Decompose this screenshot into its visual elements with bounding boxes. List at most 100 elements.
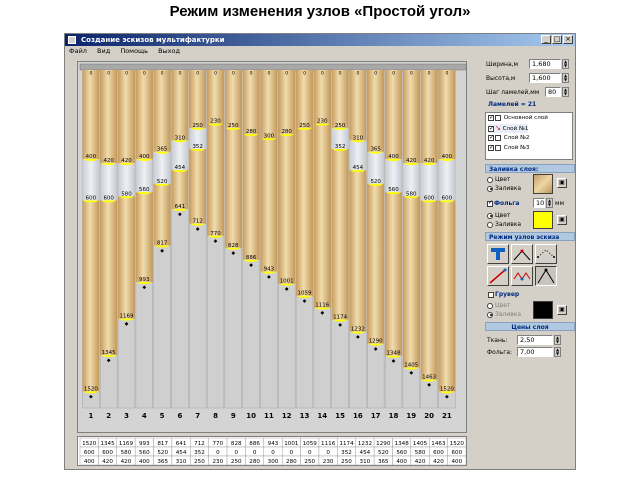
gruver-option-fill[interactable]: Заливка bbox=[487, 311, 521, 318]
foil-price-spinner[interactable]: ▲ ▼ bbox=[554, 347, 561, 357]
lamel: 600 400 1520 0 21 bbox=[438, 69, 456, 420]
layer-checkbox[interactable] bbox=[495, 114, 501, 121]
foil-option-color[interactable]: Цвет bbox=[487, 212, 510, 219]
layer-checkbox[interactable] bbox=[488, 143, 494, 152]
table-cell-value: 520 bbox=[157, 450, 168, 456]
table-cell-value: 520 bbox=[378, 450, 389, 456]
table-cell-value: 400 bbox=[84, 459, 95, 465]
bottom-node-label: 712 bbox=[192, 219, 203, 225]
dotted-node-tool[interactable] bbox=[535, 244, 557, 264]
layer-row[interactable]: Слой №3 bbox=[488, 143, 530, 153]
simple-angle-icon bbox=[537, 268, 555, 284]
step-spinner[interactable]: ▲ ▼ bbox=[562, 87, 569, 97]
t-node-tool[interactable] bbox=[487, 244, 509, 264]
fill-swatch[interactable] bbox=[533, 174, 553, 194]
node-values-table-svg: 1520 1345 1169 993 817 641 712 770 828 886 943 1001… bbox=[79, 437, 467, 466]
foil-width-spinner[interactable]: ▲ ▼ bbox=[546, 198, 553, 208]
menu-exit[interactable]: Выход bbox=[158, 47, 180, 55]
dotted-node-icon bbox=[537, 249, 555, 258]
bottom-node-label: 828 bbox=[228, 243, 239, 249]
diagonal-node-tool[interactable] bbox=[487, 266, 509, 286]
top-label: 0 bbox=[196, 71, 199, 77]
radio-icon bbox=[487, 176, 493, 183]
step-field[interactable]: 80 bbox=[545, 87, 561, 97]
table-cell-value: 560 bbox=[396, 450, 407, 456]
layer-checkbox[interactable] bbox=[488, 133, 494, 142]
lower-node-label: 580 bbox=[121, 191, 132, 197]
width-field[interactable]: 1,680 bbox=[529, 59, 561, 69]
table-cell-value: 641 bbox=[176, 441, 187, 447]
sketch-canvas[interactable]: 600 400 1520 0 1 600 420 1345 0 2 580 420 1169 0 3 560 4… bbox=[77, 61, 467, 433]
radio-icon bbox=[487, 221, 493, 228]
table-cell-value: 1345 bbox=[100, 441, 115, 447]
table-cell-value: 1405 bbox=[413, 441, 428, 447]
fill-picker-button[interactable]: ▣ bbox=[557, 178, 567, 188]
sketch-svg[interactable]: 6004001520016004201345025804201169035604… bbox=[78, 62, 467, 433]
top-label: 0 bbox=[178, 71, 181, 77]
foil-width-field[interactable]: 10 bbox=[533, 198, 545, 208]
radio-icon bbox=[487, 185, 493, 192]
height-field[interactable]: 1,600 bbox=[529, 73, 561, 83]
foil-swatch[interactable] bbox=[533, 211, 553, 229]
layer-name: Слой №1 bbox=[502, 126, 529, 132]
width-spinner[interactable]: ▲ ▼ bbox=[562, 59, 569, 69]
foil-unit: мм bbox=[555, 200, 565, 207]
table-cell-value: 250 bbox=[341, 459, 352, 465]
foil-checkbox[interactable]: Фольга bbox=[487, 199, 519, 207]
table-cell-value: 1059 bbox=[303, 441, 318, 447]
foil-price-field[interactable]: 7,00 bbox=[517, 347, 553, 357]
bottom-node-label: 1290 bbox=[369, 339, 383, 345]
lamel-number: 15 bbox=[335, 412, 345, 420]
line-node-tool[interactable] bbox=[511, 244, 533, 264]
lamel-number: 20 bbox=[424, 412, 434, 420]
lamel: 230 770 0 8 bbox=[206, 69, 225, 420]
upper-node-label: 300 bbox=[264, 133, 275, 139]
menu-help[interactable]: Помощь bbox=[120, 47, 148, 55]
step-label: Шаг ламелей,мм bbox=[486, 89, 540, 96]
layer-row[interactable]: ↘ Слой №1 bbox=[488, 124, 529, 133]
gruver-picker-button[interactable]: ▣ bbox=[557, 305, 567, 315]
table-cell-value: 600 bbox=[102, 450, 113, 456]
layer-checkbox[interactable] bbox=[495, 144, 501, 151]
lamel-number: 11 bbox=[264, 412, 274, 420]
menu-file[interactable]: Файл bbox=[69, 47, 87, 55]
fabric-price-spinner[interactable]: ▲ ▼ bbox=[554, 335, 561, 345]
minimize-button[interactable]: _ bbox=[541, 35, 551, 44]
height-spinner[interactable]: ▲ ▼ bbox=[562, 73, 569, 83]
simple-angle-tool[interactable] bbox=[535, 266, 557, 286]
fill-option-fill[interactable]: Заливка bbox=[487, 185, 521, 192]
lamel: 560 400 993 0 4 bbox=[135, 69, 153, 420]
bottom-node-label: 1463 bbox=[422, 375, 436, 381]
bottom-node-label: 1059 bbox=[298, 291, 312, 297]
layers-list[interactable]: Основной слой ↘ Слой №1 Слой №2 Слой №3 bbox=[485, 112, 573, 160]
layer-row[interactable]: Слой №2 bbox=[488, 133, 529, 143]
radio-icon bbox=[487, 212, 493, 219]
upper-node-label: 400 bbox=[442, 154, 453, 160]
gruver-checkbox[interactable]: Грувер bbox=[485, 290, 575, 299]
table-cell-value: 0 bbox=[326, 450, 330, 456]
top-label: 0 bbox=[267, 71, 270, 77]
layer-checkbox[interactable] bbox=[488, 124, 494, 133]
table-cell-value: 420 bbox=[433, 459, 444, 465]
gruver-option-color[interactable]: Цвет bbox=[487, 302, 510, 309]
fabric-price-field[interactable]: 2,50 bbox=[517, 335, 553, 345]
layer-checkbox[interactable] bbox=[488, 113, 494, 122]
lower-node-label: 600 bbox=[103, 196, 114, 202]
lamel-number: 19 bbox=[406, 412, 416, 420]
wave-node-tool[interactable] bbox=[511, 266, 533, 286]
gruver-swatch[interactable] bbox=[533, 301, 553, 319]
close-button[interactable]: × bbox=[563, 35, 573, 44]
foil-option-fill[interactable]: Заливка bbox=[487, 221, 521, 228]
layer-checkbox[interactable] bbox=[495, 134, 501, 141]
gruver-label: Грувер bbox=[495, 291, 520, 298]
layer-name: Слой №3 bbox=[503, 145, 530, 151]
foil-picker-button[interactable]: ▣ bbox=[557, 215, 567, 225]
layer-row[interactable]: Основной слой bbox=[488, 113, 548, 123]
table-cell-value: 250 bbox=[194, 459, 205, 465]
maximize-button[interactable]: □ bbox=[552, 35, 562, 44]
upper-node-label: 250 bbox=[228, 123, 239, 129]
menu-view[interactable]: Вид bbox=[97, 47, 110, 55]
fill-option-color[interactable]: Цвет bbox=[487, 176, 510, 183]
lamel: 520 365 1290 0 17 bbox=[367, 69, 385, 420]
lower-node-label: 600 bbox=[86, 196, 97, 202]
